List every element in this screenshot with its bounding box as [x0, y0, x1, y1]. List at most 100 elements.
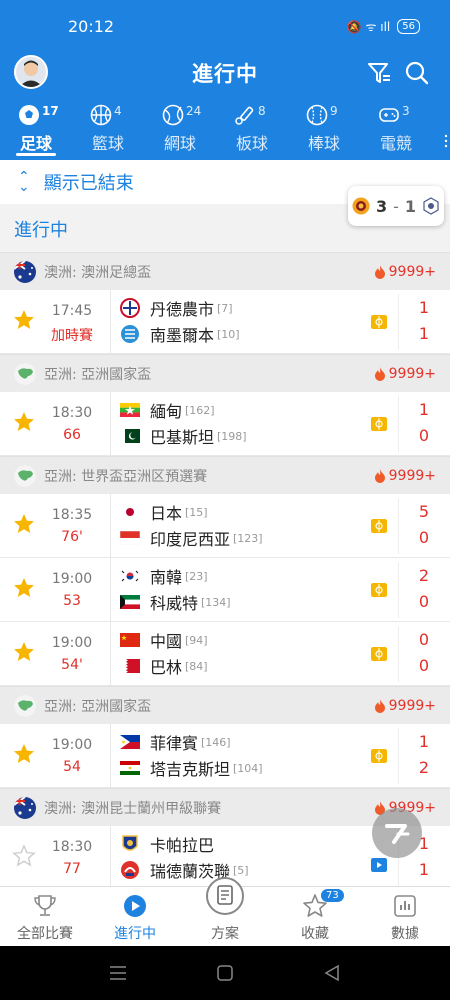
league-header[interactable]: 亞洲: 亞洲國家盃 9999+: [0, 354, 450, 392]
match-time: 19:00: [51, 571, 93, 587]
away-team: 巴基斯坦 [198]: [120, 425, 247, 447]
league-header[interactable]: 澳洲: 澳洲足總盃 9999+: [0, 252, 450, 290]
match-row[interactable]: 17:45 加時賽 丹德農市 [7] 南墨爾本 [10] 1 1: [0, 290, 450, 354]
play-icon: [124, 895, 146, 917]
nav-live[interactable]: 進行中: [90, 887, 180, 946]
away-team-rank: [104]: [233, 761, 263, 775]
score-divider: [398, 396, 399, 452]
tab-count: 8: [258, 104, 266, 118]
home-team: 日本 [15]: [120, 501, 208, 523]
away-team: 塔吉克斯坦 [104]: [120, 757, 263, 779]
live-video-icon[interactable]: [371, 858, 387, 872]
match-status: 53: [63, 593, 81, 609]
tab-count: 24: [186, 104, 202, 118]
home-team: 中國 [94]: [120, 629, 208, 651]
china-flag-icon: [120, 633, 140, 647]
favorite-star-outline-icon[interactable]: [12, 844, 36, 868]
tab-basketball[interactable]: 4 籃球: [72, 100, 144, 156]
nav-data[interactable]: 數據: [360, 887, 450, 946]
match-row[interactable]: 18:35 76' 日本 [15] 印度尼西亚 [123] 5 0: [0, 494, 450, 558]
tab-cricket[interactable]: 8 板球: [216, 100, 288, 156]
match-time: 17:45: [51, 303, 93, 319]
live-stats-icon[interactable]: [371, 583, 387, 597]
chart-icon: [394, 895, 416, 917]
match-row[interactable]: 18:30 66 緬甸 [162] 巴基斯坦 [198] 1 0: [0, 392, 450, 456]
tab-tennis[interactable]: 24 網球: [144, 100, 216, 156]
tab-soccer[interactable]: 17 足球: [0, 100, 72, 156]
match-time: 19:00: [51, 737, 93, 753]
divider: [110, 494, 111, 557]
match-row[interactable]: 19:00 53 南韓 [23] 科威特 [134] 2 0: [0, 558, 450, 622]
tab-esports[interactable]: 3 電競: [360, 100, 432, 156]
home-icon[interactable]: [217, 965, 233, 981]
favorite-star-icon[interactable]: [12, 742, 36, 766]
score-divider: [398, 498, 399, 554]
nav-plans[interactable]: 方案: [180, 877, 270, 946]
league-header[interactable]: 亞洲: 亞洲國家盃 9999+: [0, 686, 450, 724]
favorite-star-icon[interactable]: [12, 640, 36, 664]
live-stats-icon[interactable]: [371, 315, 387, 329]
philippines-flag-icon: [120, 735, 140, 749]
tab-count: 9: [330, 104, 338, 118]
nav-label: 收藏: [301, 926, 329, 942]
home-score: 0: [418, 630, 430, 649]
league-header[interactable]: 亞洲: 世界盃亞洲区預選賽 9999+: [0, 456, 450, 494]
away-team: 巴林 [84]: [120, 655, 208, 677]
live-stats-icon[interactable]: [371, 417, 387, 431]
divider: [110, 290, 111, 353]
team-logo-icon: [423, 197, 439, 215]
match-row[interactable]: 19:00 54' 中國 [94] 巴林 [84] 0 0: [0, 622, 450, 686]
live-stats-icon[interactable]: [371, 519, 387, 533]
favorite-star-icon[interactable]: [12, 410, 36, 434]
filter-icon[interactable]: [366, 60, 392, 86]
home-team-name: 卡帕拉巴: [150, 836, 215, 855]
tab-label: 籃球: [91, 134, 124, 153]
away-team: 南墨爾本 [10]: [120, 323, 240, 345]
match-row[interactable]: 19:00 54 菲律賓 [146] 塔吉克斯坦 [104] 1 2: [0, 724, 450, 788]
away-score: 1: [418, 860, 430, 879]
favorite-star-icon[interactable]: [12, 512, 36, 536]
home-team-name: 丹德農市: [150, 300, 215, 319]
section-title: 進行中: [14, 220, 68, 241]
floating-live-score[interactable]: 3 - 1: [348, 186, 444, 226]
favorite-star-icon[interactable]: [12, 576, 36, 600]
home-team: 緬甸 [162]: [120, 399, 215, 421]
match-time: 18:30: [51, 405, 93, 421]
hot-count: 9999+: [374, 366, 436, 382]
nav-favorites[interactable]: 73 收藏: [270, 887, 360, 946]
nav-all-matches[interactable]: 全部比賽: [0, 887, 90, 946]
home-score: 1: [418, 400, 430, 419]
basketball-icon: [90, 104, 112, 126]
search-icon[interactable]: [404, 60, 430, 86]
expand-chevron-icon: ⌃ ⌄: [18, 169, 30, 195]
live-stats-icon[interactable]: [371, 749, 387, 763]
kuwait-flag-icon: [120, 595, 140, 609]
score-divider: [398, 562, 399, 618]
nav-label: 全部比賽: [17, 926, 73, 942]
asia-map-icon: [14, 464, 36, 487]
team-crest-icon: [121, 861, 139, 879]
tab-count: 3: [402, 104, 410, 118]
home-score: 2: [418, 566, 430, 585]
bahrain-flag-icon: [120, 659, 140, 673]
fire-icon: [374, 468, 385, 483]
floating-logo-button[interactable]: [372, 808, 422, 858]
match-status: 加時賽: [51, 328, 93, 344]
away-team-name: 南墨爾本: [150, 326, 215, 345]
home-team-name: 南韓: [150, 568, 183, 587]
tab-baseball[interactable]: 9 棒球: [288, 100, 360, 156]
gamepad-icon: [379, 108, 399, 122]
asia-map-icon: [14, 362, 36, 385]
favorite-star-icon[interactable]: [12, 308, 36, 332]
home-team: 卡帕拉巴: [120, 833, 217, 855]
hot-count-value: 9999+: [388, 697, 436, 714]
league-name: 亞洲: 亞洲國家盃: [44, 366, 152, 383]
divider: [110, 724, 111, 787]
live-stats-icon[interactable]: [371, 647, 387, 661]
back-icon[interactable]: [324, 964, 339, 982]
match-status: 54': [61, 657, 83, 673]
more-vertical-icon[interactable]: [444, 134, 448, 148]
tab-label: 足球: [19, 134, 52, 153]
menu-icon[interactable]: [110, 966, 126, 980]
away-team-rank: [198]: [217, 429, 247, 443]
